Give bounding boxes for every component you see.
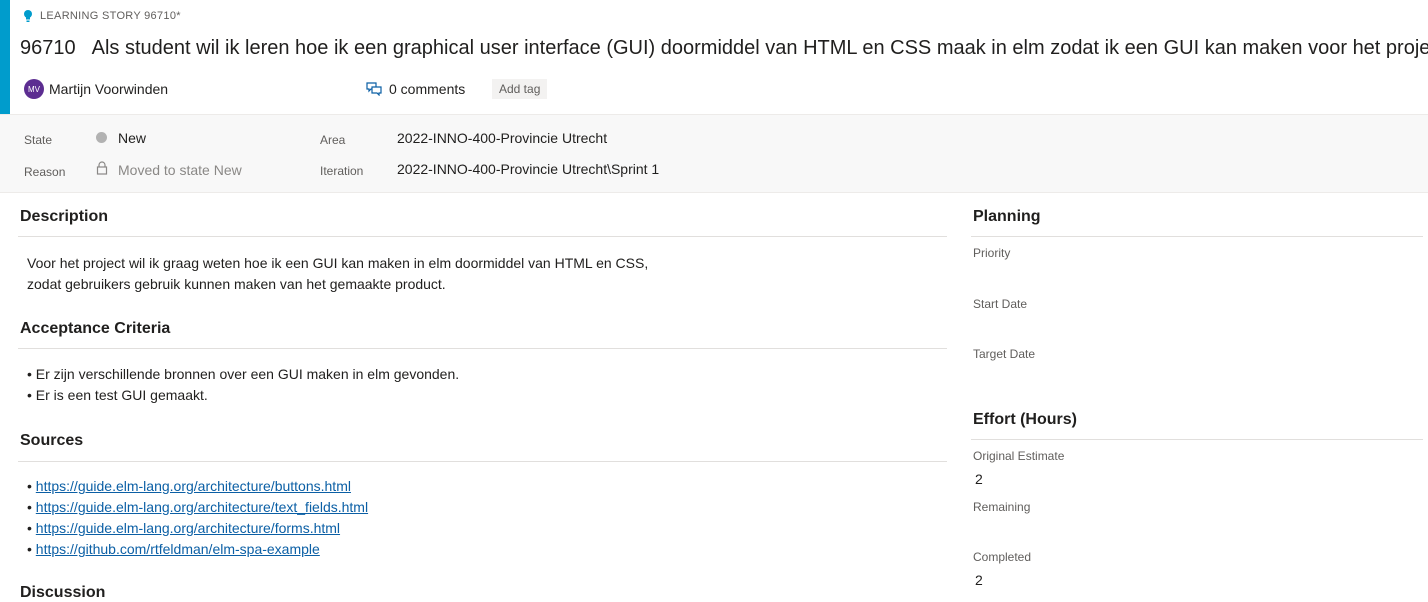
comments-link[interactable]: 0 comments [366, 81, 465, 97]
remaining-label: Remaining [973, 500, 1031, 514]
reason-label: Reason [24, 165, 66, 179]
description-line: zodat gebruikers gebruik kunnen maken va… [27, 276, 446, 292]
target-date-field[interactable] [971, 364, 1271, 386]
description-heading: Description [20, 208, 109, 225]
description-divider [18, 236, 947, 237]
work-item-type: LEARNING STORY 96710* [22, 8, 181, 24]
list-item: • https://github.com/rtfeldman/elm-spa-e… [27, 541, 320, 557]
priority-field[interactable] [971, 263, 1271, 285]
original-estimate-field[interactable]: 2 [975, 471, 983, 487]
list-item: • https://guide.elm-lang.org/architectur… [27, 520, 341, 536]
target-date-label: Target Date [973, 347, 1036, 361]
comments-icon [366, 82, 382, 96]
area-label: Area [320, 133, 346, 147]
planning-divider [971, 236, 1423, 237]
priority-label: Priority [973, 246, 1011, 260]
state-dropdown[interactable]: New [118, 130, 146, 146]
work-item-header: LEARNING STORY 96710* 96710 Als student w… [0, 0, 1428, 114]
work-item-meta: MV Martijn Voorwinden 0 comments Add tag [24, 78, 924, 100]
assignee-picker[interactable]: Martijn Voorwinden [49, 81, 168, 97]
state-label: State [24, 133, 53, 147]
list-item: • Er is een test GUI gemaakt. [27, 387, 208, 403]
effort-divider [971, 439, 1423, 440]
add-tag-button[interactable]: Add tag [492, 79, 548, 99]
acceptance-criteria-divider [18, 348, 947, 349]
work-item-type-label: LEARNING STORY 96710* [40, 10, 181, 22]
iteration-picker[interactable]: 2022-INNO-400-Provincie Utrecht\Sprint 1 [397, 161, 659, 177]
work-item-id: 96710 [20, 37, 76, 59]
avatar: MV [24, 79, 44, 99]
remaining-field[interactable] [971, 517, 1271, 539]
sources-heading: Sources [20, 432, 84, 449]
list-item: • Er zijn verschillende bronnen over een… [27, 366, 460, 382]
acceptance-criteria-field[interactable]: • Er zijn verschillende bronnen over een… [27, 364, 927, 406]
effort-heading: Effort (Hours) [973, 411, 1077, 428]
reason-value: Moved to state New [118, 162, 242, 178]
source-link-text-fields[interactable]: https://guide.elm-lang.org/architecture/… [36, 499, 368, 515]
sources-field: • https://guide.elm-lang.org/architectur… [27, 476, 927, 560]
state-indicator-icon [96, 132, 107, 143]
lightbulb-icon [24, 10, 32, 22]
original-estimate-label: Original Estimate [973, 449, 1065, 463]
work-item-title[interactable]: Als student wil ik leren hoe ik een grap… [92, 37, 1428, 59]
start-date-label: Start Date [973, 297, 1028, 311]
acceptance-criteria-heading: Acceptance Criteria [20, 320, 171, 337]
description-field[interactable]: Voor het project wil ik graag weten hoe … [27, 253, 927, 295]
completed-label: Completed [973, 550, 1032, 564]
list-item: • https://guide.elm-lang.org/architectur… [27, 478, 351, 494]
comments-count: 0 comments [389, 81, 466, 97]
area-picker[interactable]: 2022-INNO-400-Provincie Utrecht [397, 130, 607, 146]
source-link-forms[interactable]: https://guide.elm-lang.org/architecture/… [36, 520, 340, 536]
core-fields-panel [0, 114, 1428, 193]
lock-icon [96, 161, 108, 175]
discussion-heading: Discussion [20, 584, 106, 601]
work-item-title-row: 96710 Als student wil ik leren hoe ik een… [20, 37, 1428, 60]
list-item: • https://guide.elm-lang.org/architectur… [27, 499, 369, 515]
sources-divider [18, 461, 947, 462]
source-link-elm-spa-example[interactable]: https://github.com/rtfeldman/elm-spa-exa… [36, 541, 320, 557]
planning-heading: Planning [973, 208, 1041, 225]
description-line: Voor het project wil ik graag weten hoe … [27, 255, 649, 271]
start-date-field[interactable] [971, 314, 1271, 336]
completed-field[interactable]: 2 [975, 572, 983, 588]
work-item-type-color-bar [0, 0, 10, 114]
iteration-label: Iteration [320, 164, 364, 178]
source-link-buttons[interactable]: https://guide.elm-lang.org/architecture/… [36, 478, 351, 494]
